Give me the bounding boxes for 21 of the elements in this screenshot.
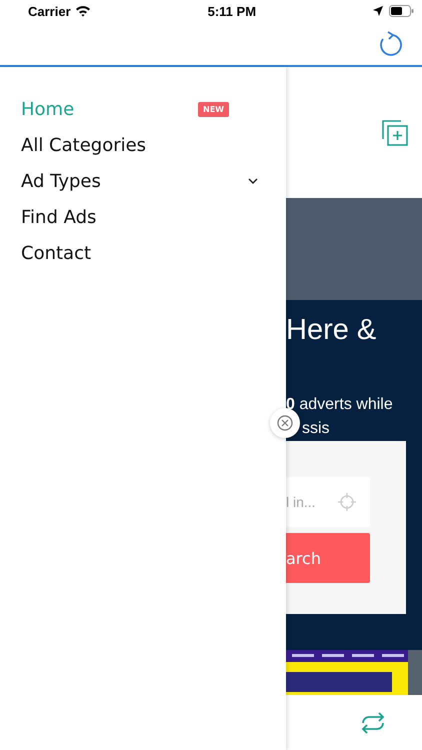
refresh-icon[interactable]	[378, 30, 402, 56]
wifi-icon	[74, 5, 91, 17]
location-input[interactable]: l in...	[286, 477, 336, 527]
hero-text: ssis	[301, 419, 331, 439]
location-field[interactable]: l in...	[286, 477, 370, 527]
hero-text: 0 adverts while	[286, 395, 394, 415]
repeat-icon[interactable]	[360, 710, 386, 734]
new-badge: NEW	[198, 102, 229, 116]
battery-icon	[389, 5, 414, 17]
add-copy-icon[interactable]	[382, 120, 408, 146]
menu-item[interactable]: Contact	[21, 235, 286, 271]
carrier-label: Carrier	[28, 4, 71, 18]
clock-label: 5:11 PM	[208, 4, 256, 18]
close-icon[interactable]	[277, 415, 293, 431]
menu-item[interactable]: All Categories	[21, 127, 286, 163]
menu-item[interactable]: Find Ads	[21, 199, 286, 235]
hero-headline: Here &	[286, 314, 378, 348]
close-button[interactable]	[270, 408, 300, 438]
chevron-icon[interactable]	[248, 178, 258, 184]
menu-item[interactable]: Ad Types	[21, 163, 286, 199]
location-icon	[373, 6, 383, 16]
